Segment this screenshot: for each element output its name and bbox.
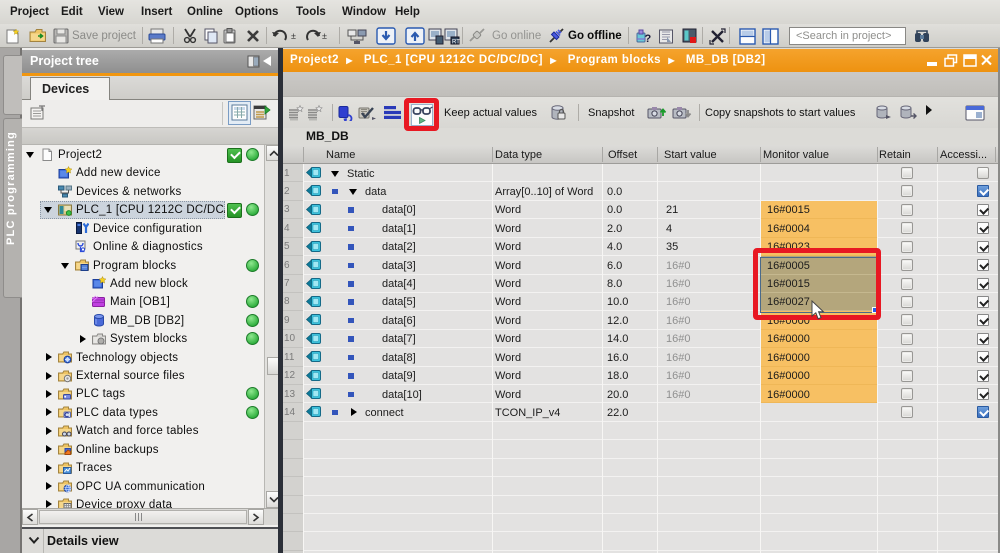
svg-text:RT: RT xyxy=(452,39,460,45)
svg-text:?: ? xyxy=(645,33,652,45)
